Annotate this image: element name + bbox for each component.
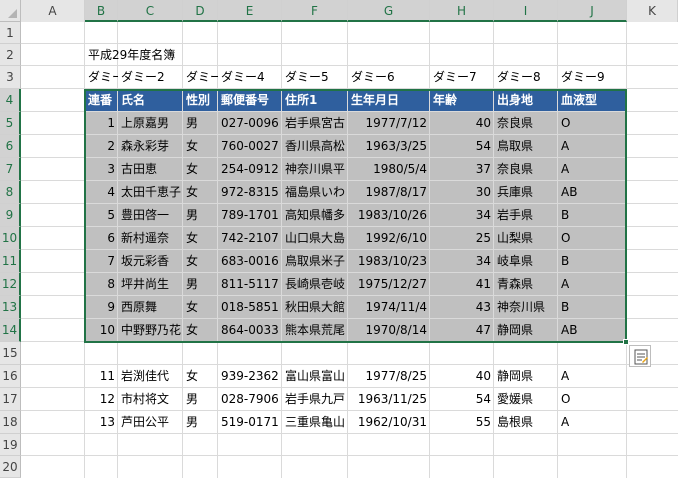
spreadsheet[interactable]: A B C D E F G H I J K 1 2 3 4 5 6 7 8 9 … [0, 0, 678, 478]
table-cell[interactable]: 芦田公平 [118, 411, 183, 433]
table-cell[interactable]: 岩手県九戸 [282, 388, 348, 410]
table-cell[interactable]: 13 [85, 411, 118, 433]
quick-analysis-icon [634, 349, 648, 365]
table-cell[interactable]: 1977/8/25 [348, 365, 430, 387]
row-header-20[interactable]: 20 [0, 456, 21, 478]
column-header-f[interactable]: F [282, 0, 348, 22]
row-header-13[interactable]: 13 [0, 296, 21, 319]
table-cell[interactable]: 40 [430, 365, 494, 387]
column-header-i[interactable]: I [494, 0, 558, 22]
table-cell[interactable]: 島根県 [494, 411, 558, 433]
dummy-cell[interactable]: ダミー3 [183, 66, 218, 88]
table-cell[interactable]: 岩渕佳代 [118, 365, 183, 387]
row-header-1[interactable]: 1 [0, 22, 21, 44]
column-header-g[interactable]: G [348, 0, 430, 22]
row-header-12[interactable]: 12 [0, 273, 21, 296]
row-header-10[interactable]: 10 [0, 227, 21, 250]
table-cell[interactable]: O [558, 388, 627, 410]
selection-border [84, 89, 627, 343]
column-header-k[interactable]: K [627, 0, 678, 22]
column-header-a[interactable]: A [21, 0, 85, 22]
table-cell[interactable]: 男 [183, 411, 218, 433]
row-header-6[interactable]: 6 [0, 135, 21, 158]
row-header-17[interactable]: 17 [0, 388, 21, 411]
select-all-button[interactable] [0, 0, 21, 22]
row-header-18[interactable]: 18 [0, 411, 21, 434]
quick-analysis-button[interactable] [629, 345, 651, 367]
table-cell[interactable]: 12 [85, 388, 118, 410]
row-header-9[interactable]: 9 [0, 204, 21, 227]
table-cell[interactable]: 11 [85, 365, 118, 387]
row-header-15[interactable]: 15 [0, 342, 21, 365]
row-header-7[interactable]: 7 [0, 158, 21, 181]
table-cell[interactable]: 愛媛県 [494, 388, 558, 410]
column-header-j[interactable]: J [558, 0, 627, 22]
row-header-14[interactable]: 14 [0, 319, 21, 342]
table-cell[interactable]: 女 [183, 365, 218, 387]
dummy-cell[interactable]: ダミー8 [494, 66, 558, 88]
dummy-cell[interactable]: ダミー1 [85, 66, 118, 88]
table-cell[interactable]: 三重県亀山 [282, 411, 348, 433]
table-cell[interactable]: A [558, 411, 627, 433]
dummy-cell[interactable]: ダミー5 [282, 66, 348, 88]
dummy-cell[interactable]: ダミー6 [348, 66, 430, 88]
dummy-cell[interactable]: ダミー9 [558, 66, 627, 88]
table-cell[interactable]: 028-7906 [218, 388, 282, 410]
table-cell[interactable]: 男 [183, 388, 218, 410]
column-header-b[interactable]: B [85, 0, 118, 22]
dummy-cell[interactable]: ダミー7 [430, 66, 494, 88]
row-header-4[interactable]: 4 [0, 89, 21, 112]
table-cell[interactable]: 939-2362 [218, 365, 282, 387]
column-header-e[interactable]: E [218, 0, 282, 22]
table-cell[interactable]: 1962/10/31 [348, 411, 430, 433]
table-cell[interactable]: 富山県富山 [282, 365, 348, 387]
column-header-h[interactable]: H [430, 0, 494, 22]
table-cell[interactable]: 静岡県 [494, 365, 558, 387]
table-cell[interactable]: 519-0171 [218, 411, 282, 433]
sheet-title-cell[interactable]: 平成29年度名簿 [85, 44, 225, 66]
column-header-c[interactable]: C [118, 0, 183, 22]
dummy-cell[interactable]: ダミー4 [218, 66, 282, 88]
table-cell[interactable]: 1963/11/25 [348, 388, 430, 410]
dummy-cell[interactable]: ダミー2 [118, 66, 183, 88]
row-header-11[interactable]: 11 [0, 250, 21, 273]
row-header-5[interactable]: 5 [0, 112, 21, 135]
row-header-3[interactable]: 3 [0, 66, 21, 89]
row-header-2[interactable]: 2 [0, 44, 21, 66]
table-cell[interactable]: A [558, 365, 627, 387]
table-cell[interactable]: 55 [430, 411, 494, 433]
row-header-19[interactable]: 19 [0, 434, 21, 456]
table-cell[interactable]: 54 [430, 388, 494, 410]
table-cell[interactable]: 市村将文 [118, 388, 183, 410]
row-header-16[interactable]: 16 [0, 365, 21, 388]
column-header-d[interactable]: D [183, 0, 218, 22]
row-header-8[interactable]: 8 [0, 181, 21, 204]
